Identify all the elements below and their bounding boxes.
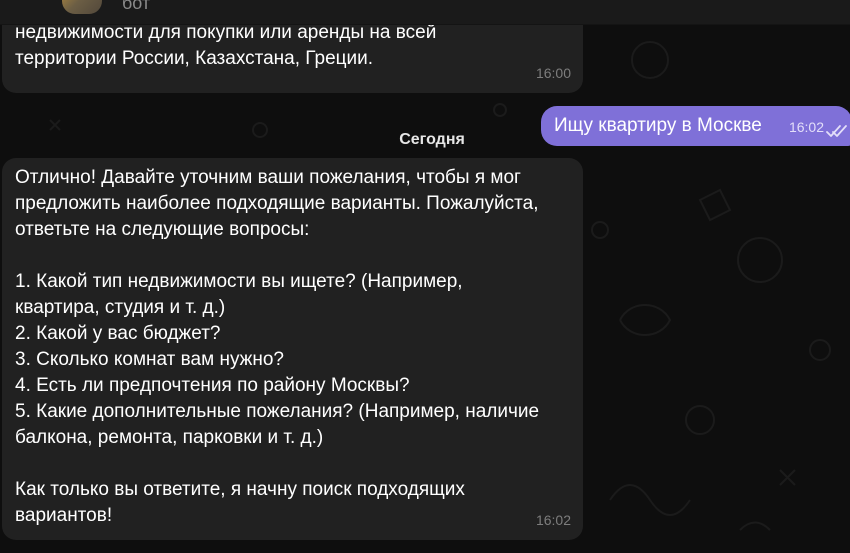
message-time: 16:02 xyxy=(788,119,824,135)
chat-header[interactable]: бот xyxy=(0,0,850,25)
bot-avatar-icon[interactable] xyxy=(62,0,102,14)
chat-title[interactable]: бот xyxy=(122,0,150,14)
message-time: 16:02 xyxy=(535,512,571,528)
message-text: Ищу квартиру в Москве xyxy=(554,115,762,136)
double-check-icon xyxy=(826,125,847,137)
incoming-message[interactable]: Отлично! Давайте уточним ваши пожелания,… xyxy=(2,158,583,540)
date-separator: Сегодня xyxy=(399,131,465,148)
message-time: 16:00 xyxy=(535,65,571,81)
message-text: Отлично! Давайте уточним ваши пожелания,… xyxy=(15,167,540,526)
outgoing-message[interactable]: Ищу квартиру в Москве 16:02 xyxy=(541,106,850,146)
